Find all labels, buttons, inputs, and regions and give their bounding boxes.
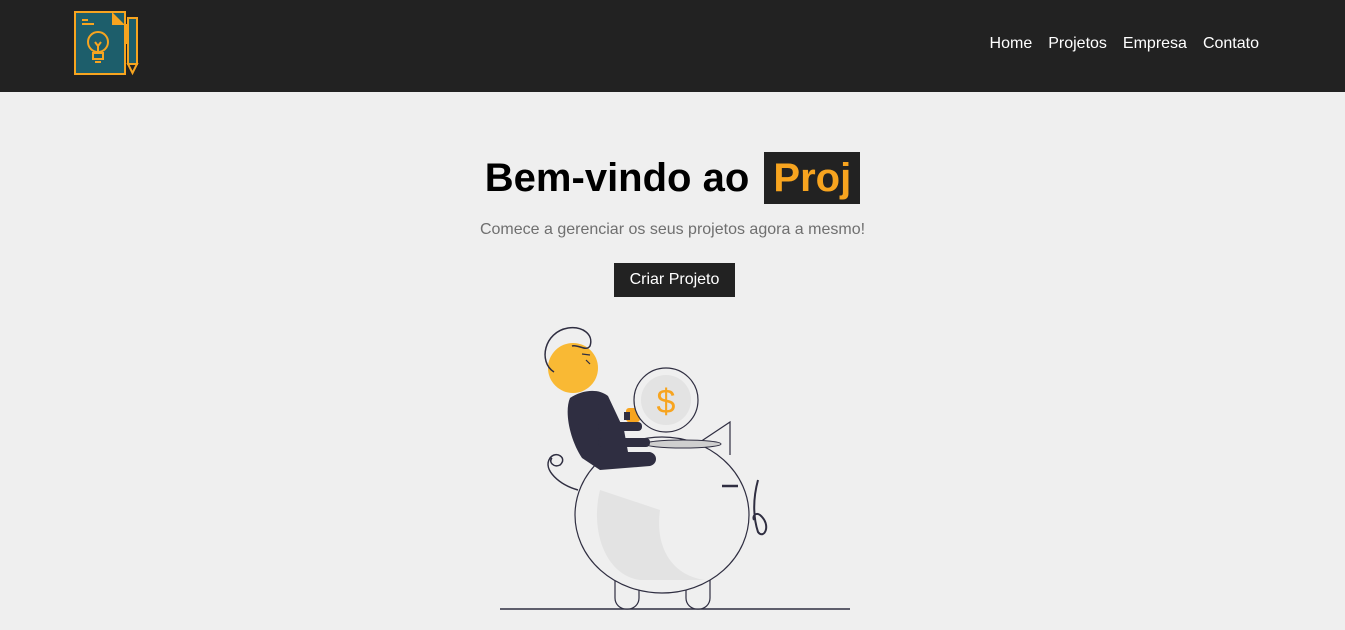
brand-highlight: Proj bbox=[764, 152, 861, 204]
person-piggy-bank-illustration-icon: $ bbox=[500, 326, 850, 610]
lightbulb-document-pencil-logo-icon bbox=[74, 11, 139, 76]
nav-projetos[interactable]: Projetos bbox=[1048, 34, 1107, 54]
nav-empresa[interactable]: Empresa bbox=[1123, 34, 1187, 54]
logo[interactable] bbox=[74, 10, 140, 76]
nav-contato[interactable]: Contato bbox=[1203, 34, 1259, 54]
nav-home[interactable]: Home bbox=[990, 34, 1033, 54]
hero-title-prefix: Bem-vindo ao bbox=[484, 156, 750, 200]
hero-title: Bem-vindo ao Proj bbox=[0, 150, 1345, 206]
coin-dollar-sign: $ bbox=[657, 383, 676, 421]
create-project-button[interactable]: Criar Projeto bbox=[614, 263, 735, 297]
main-nav: Home Projetos Empresa Contato bbox=[990, 34, 1259, 54]
navbar: Home Projetos Empresa Contato bbox=[0, 0, 1345, 92]
hero-subtitle: Comece a gerenciar os seus projetos agor… bbox=[479, 221, 866, 238]
